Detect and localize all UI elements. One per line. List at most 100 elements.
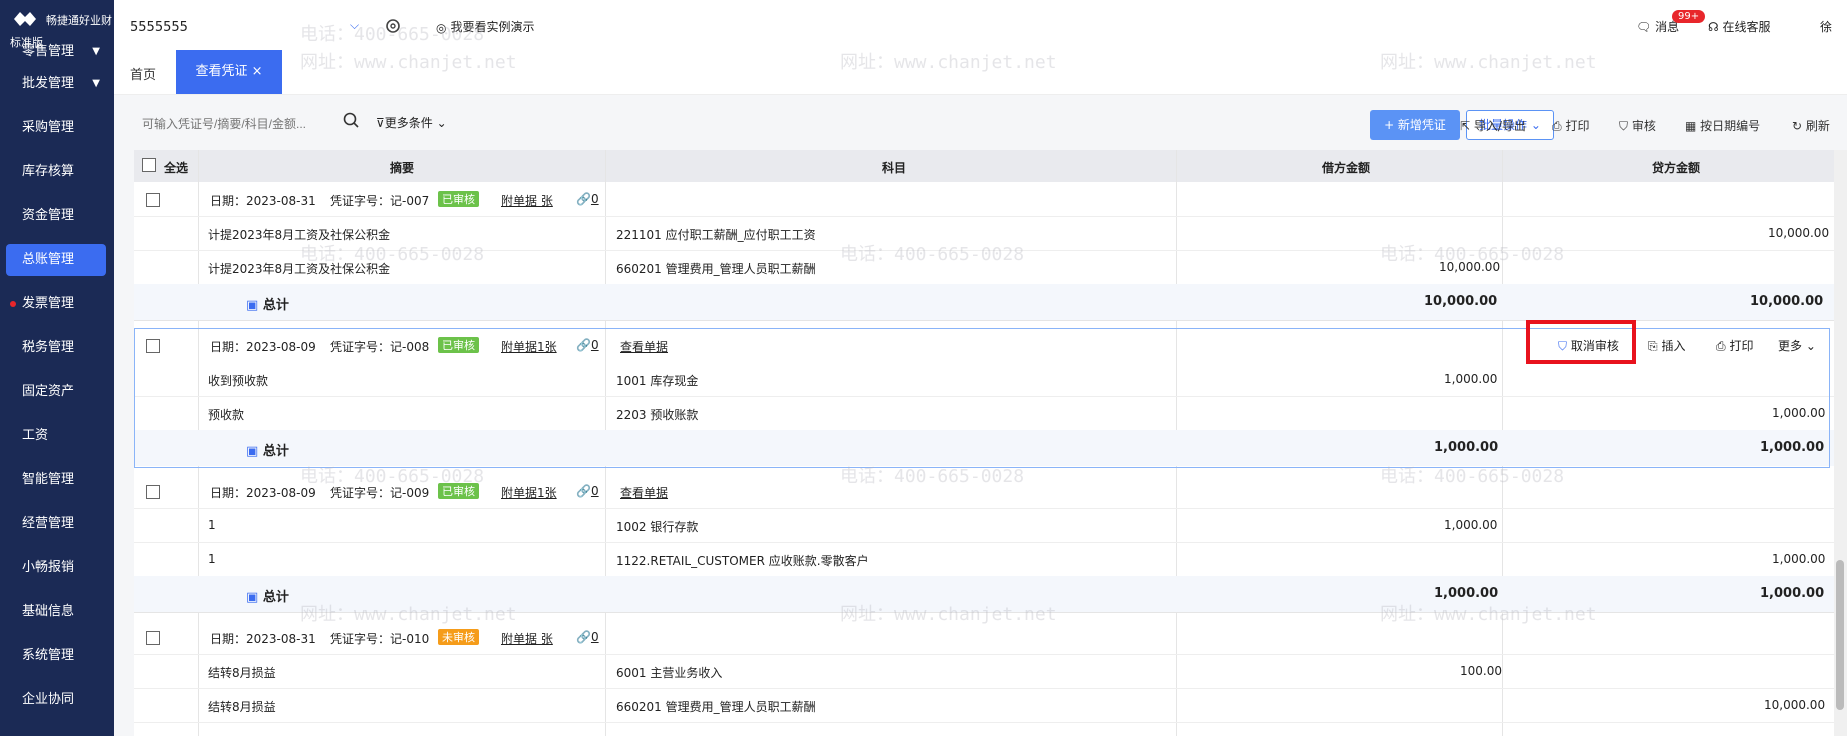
cell-account: 221101 应付职工薪酬_应付职工工资	[616, 228, 816, 242]
sidebar-item-funds[interactable]: 资金管理	[0, 194, 114, 238]
tab-label: 查看凭证	[195, 64, 248, 79]
view-documents-link[interactable]: 查看单据	[620, 484, 668, 501]
import-icon: ⇱	[1460, 119, 1471, 133]
sidebar-item-purchase[interactable]: 采购管理	[0, 106, 114, 150]
sidebar-item-label: 基础信息	[22, 604, 75, 619]
online-service-button[interactable]: ☊ 在线客服	[1708, 18, 1771, 35]
total-debit: 10,000.00	[1424, 294, 1498, 309]
search-input[interactable]	[140, 112, 334, 136]
sidebar-item-ledger[interactable]: 总账管理	[6, 244, 106, 276]
link-icon: 🔗	[576, 630, 591, 644]
cell-debit: 1,000.00	[1444, 518, 1498, 532]
close-icon[interactable]: ×	[252, 64, 263, 79]
sidebar-item-tax[interactable]: 税务管理	[0, 326, 114, 370]
chevron-down-icon[interactable]: ⌵	[350, 18, 359, 33]
sidebar-item-label: 企业协同	[22, 692, 75, 707]
sidebar-item-business[interactable]: 经营管理	[0, 502, 114, 546]
caret-down-icon: ▼	[92, 78, 100, 89]
sidebar-item-smart[interactable]: 智能管理	[0, 458, 114, 502]
audit-label: 审核	[1631, 119, 1656, 133]
row-checkbox[interactable]	[146, 485, 160, 499]
voucher-header-row: 日期：2023-08-31 凭证字号：记-010 未审核 附单据 张 🔗0	[134, 620, 1834, 655]
cell-account: 660201 管理费用_管理人员职工薪酬	[616, 262, 816, 276]
sidebar-item-label: 固定资产	[22, 384, 75, 399]
audit-button[interactable]: ⛉ 审核	[1619, 117, 1656, 134]
cell-debit: 100.00	[1460, 664, 1502, 678]
page-tabs: 首页 查看凭证 ×	[114, 50, 1847, 95]
refresh-icon: ↻	[1792, 119, 1803, 133]
link-count-value: 0	[590, 484, 599, 498]
link-count[interactable]: 🔗0	[576, 630, 599, 644]
sidebar-nav: 零售管理 ▼ 批发管理 ▼ 采购管理 库存核算 资金管理 总账管理 发票管理 税务管…	[0, 42, 114, 722]
link-count[interactable]: 🔗0	[576, 192, 599, 206]
total-credit: 10,000.00	[1750, 294, 1824, 309]
voucher-date: 日期：2023-08-09	[210, 486, 316, 500]
sidebar-item-label: 智能管理	[22, 472, 75, 487]
sidebar-item-label: 系统管理	[22, 648, 75, 663]
brand-name: 畅捷通好业财	[46, 14, 112, 27]
cell-account: 1002 银行存款	[616, 520, 699, 534]
attachment-link[interactable]: 附单据 张	[501, 630, 553, 647]
link-icon: 🔗	[576, 484, 591, 498]
service-label: 在线客服	[1722, 20, 1771, 34]
row-checkbox[interactable]	[146, 193, 160, 207]
cell-account: 1122.RETAIL_CUSTOMER 应收账款.零散客户	[616, 554, 869, 568]
sidebar-item-expense[interactable]: 小畅报销	[0, 546, 114, 590]
cell-summary: 1	[208, 552, 216, 566]
search-icon[interactable]	[342, 111, 360, 129]
total-text: 总计	[262, 298, 289, 313]
sidebar-item-salary[interactable]: 工资	[0, 414, 114, 458]
cell-account: 6001 主营业务收入	[616, 666, 723, 680]
scrollbar-thumb[interactable]	[1836, 560, 1844, 710]
row-checkbox[interactable]	[146, 631, 160, 645]
link-count-value: 0	[590, 630, 599, 644]
printer-icon: ⎙	[1552, 119, 1562, 133]
highlight-box	[1526, 320, 1636, 364]
sidebar-item-inventory[interactable]: 库存核算	[0, 150, 114, 194]
select-all-checkbox[interactable]	[142, 158, 156, 172]
sidebar-item-label: 采购管理	[22, 120, 75, 135]
sidebar-item-basic[interactable]: 基础信息	[0, 590, 114, 634]
table-row: 结转8月损益 6001 主营业务收入 100.00	[134, 654, 1834, 689]
more-conditions-button[interactable]: ⊽更多条件 ⌄	[376, 114, 447, 131]
sidebar-item-wholesale[interactable]: 批发管理 ▼	[0, 62, 114, 106]
tab-home[interactable]: 首页	[130, 64, 156, 83]
total-debit: 1,000.00	[1434, 586, 1499, 601]
grid-header: 全选 摘要 科目 借方金额 贷方金额	[134, 150, 1834, 182]
cell-summary: 1	[208, 518, 216, 532]
tab-view-voucher[interactable]: 查看凭证 ×	[176, 50, 282, 94]
filter-icon: ⊽	[376, 116, 385, 130]
header-select-all: 全选	[164, 161, 189, 175]
attachment-link[interactable]: 附单据1张	[501, 484, 557, 501]
new-voucher-button[interactable]: + 新增凭证	[1370, 110, 1460, 140]
attachment-link[interactable]: 附单据 张	[501, 192, 553, 209]
sidebar-item-invoice[interactable]: 发票管理	[0, 282, 114, 326]
planet-icon: ◎	[436, 20, 447, 35]
calculator-icon: ▣	[246, 590, 259, 605]
cell-summary: 计提2023年8月工资及社保公积金	[208, 262, 391, 276]
voucher-grid: 全选 摘要 科目 借方金额 贷方金额 日期：2023-08-31 凭证字号：记-…	[134, 150, 1834, 736]
voucher-header-row: 日期：2023-08-09 凭证字号：记-009 已审核 附单据1张 🔗0 查看…	[134, 474, 1834, 509]
demo-link[interactable]: ◎ 我要看实例演示	[436, 18, 535, 35]
sidebar-item-system[interactable]: 系统管理	[0, 634, 114, 678]
gear-icon[interactable]	[384, 17, 402, 35]
header-debit: 借方金额	[1322, 161, 1371, 175]
sidebar-item-label: 库存核算	[22, 164, 75, 179]
user-name[interactable]: 徐	[1820, 18, 1832, 35]
sidebar: 畅捷通好业财 标准版 零售管理 ▼ 批发管理 ▼ 采购管理 库存核算 资金管理 总账…	[0, 0, 114, 736]
sidebar-item-label: 资金管理	[22, 208, 75, 223]
sidebar-item-retail[interactable]: 零售管理 ▼	[0, 42, 114, 62]
import-export-button[interactable]: ⇱ 导入/导出	[1460, 117, 1526, 134]
print-button[interactable]: ⎙ 打印	[1552, 117, 1589, 134]
sidebar-item-label: 零售管理	[22, 44, 75, 59]
link-count[interactable]: 🔗0	[576, 484, 599, 498]
sidebar-item-collab[interactable]: 企业协同	[0, 678, 114, 722]
cell-credit: 10,000.00	[1764, 698, 1826, 712]
company-selector[interactable]: 5555555	[130, 20, 188, 35]
link-icon: 🔗	[576, 192, 591, 206]
refresh-button[interactable]: ↻ 刷新	[1792, 117, 1830, 134]
renumber-button[interactable]: ▦ 按日期编号	[1685, 117, 1760, 134]
sidebar-item-assets[interactable]: 固定资产	[0, 370, 114, 414]
header-summary: 摘要	[390, 161, 415, 175]
voucher-number: 凭证字号：记-010	[330, 632, 430, 646]
